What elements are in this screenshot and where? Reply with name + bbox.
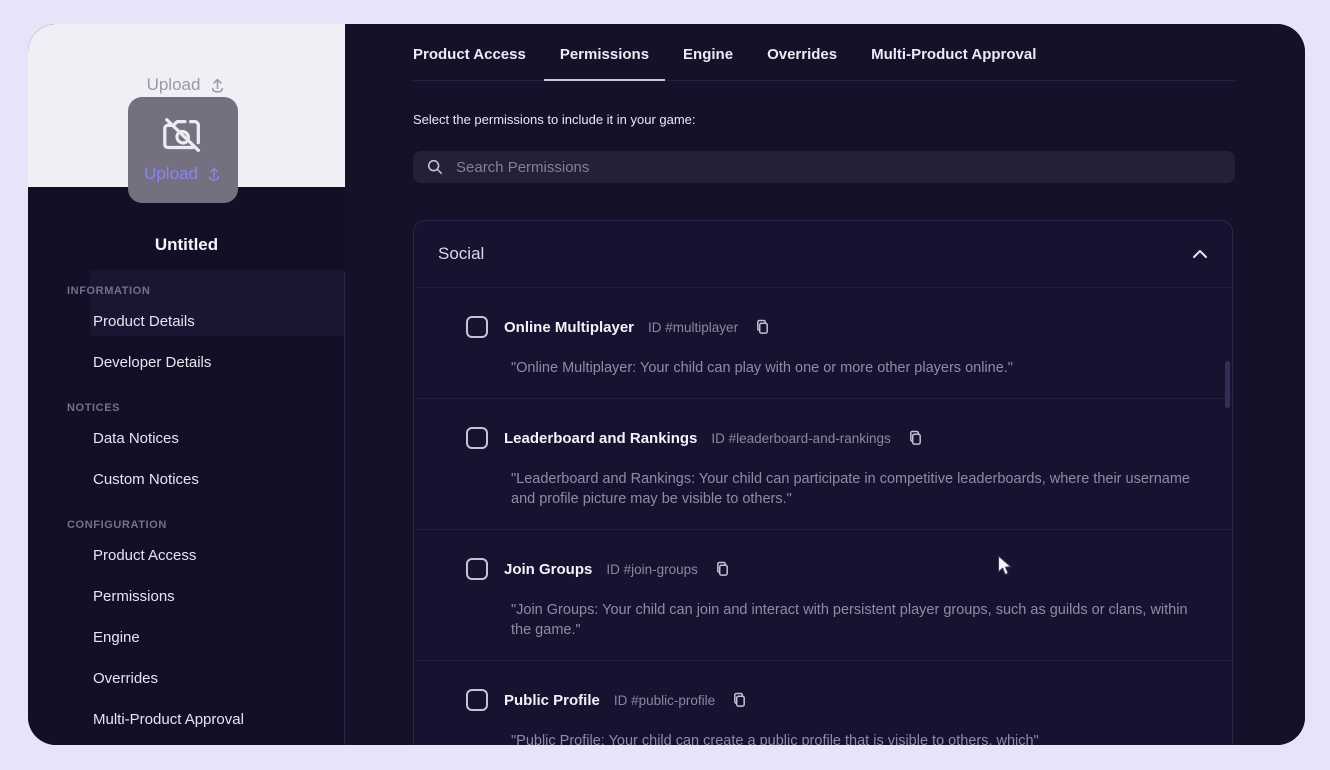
sidebar-item-overrides[interactable]: Overrides bbox=[28, 669, 345, 689]
permission-description: "Online Multiplayer: Your child can play… bbox=[511, 358, 1206, 378]
sidebar-section-information: INFORMATION bbox=[28, 281, 345, 301]
search-icon bbox=[426, 158, 444, 176]
sidebar-section-configuration: CONFIGURATION bbox=[28, 515, 345, 535]
permission-checkbox[interactable] bbox=[466, 689, 488, 711]
permission-id: ID #public-profile bbox=[614, 693, 715, 708]
search-input[interactable] bbox=[456, 159, 1222, 176]
upload-arrow-icon bbox=[209, 77, 226, 94]
permissions-list: Online Multiplayer ID #multiplayer "Onli… bbox=[414, 288, 1232, 745]
group-title: Social bbox=[438, 244, 484, 264]
permission-title: Online Multiplayer bbox=[504, 319, 634, 336]
tab-bar: Product Access Permissions Engine Overrides… bbox=[413, 24, 1235, 81]
permission-id: ID #leaderboard-and-rankings bbox=[711, 431, 890, 446]
permission-checkbox[interactable] bbox=[466, 558, 488, 580]
page: { "sidebar": { "banner_upload_label": "U… bbox=[0, 0, 1330, 770]
sidebar-item-permissions[interactable]: Permissions bbox=[28, 587, 345, 607]
sidebar-item-developer-details[interactable]: Developer Details bbox=[28, 353, 345, 373]
product-image-upload[interactable]: Upload bbox=[128, 97, 238, 203]
permission-title: Join Groups bbox=[504, 561, 592, 578]
sidebar-item-multi-product-approval[interactable]: Multi-Product Approval bbox=[28, 710, 345, 730]
sidebar-item-engine[interactable]: Engine bbox=[28, 628, 345, 648]
permission-description: "Leaderboard and Rankings: Your child ca… bbox=[511, 469, 1206, 509]
sidebar-item-product-access[interactable]: Product Access bbox=[28, 546, 345, 566]
permission-item: Join Groups ID #join-groups "Join Groups… bbox=[414, 530, 1232, 661]
chevron-up-icon[interactable] bbox=[1192, 249, 1208, 259]
banner-upload-label: Upload bbox=[147, 75, 201, 95]
sidebar-nav: INFORMATION Product Details Developer Deta… bbox=[28, 267, 345, 745]
search-bar bbox=[413, 151, 1235, 183]
panel-scrollbar-thumb[interactable] bbox=[1225, 361, 1230, 408]
permission-id: ID #join-groups bbox=[606, 562, 698, 577]
sidebar-item-custom-notices[interactable]: Custom Notices bbox=[28, 470, 345, 490]
permission-description: "Public Profile: Your child can create a… bbox=[511, 731, 1206, 745]
permission-title: Leaderboard and Rankings bbox=[504, 430, 697, 447]
permission-checkbox[interactable] bbox=[466, 316, 488, 338]
product-title: Untitled bbox=[28, 235, 345, 255]
permissions-group-social: Social Online Multiplayer ID #multiplaye… bbox=[413, 220, 1233, 745]
permission-item: Leaderboard and Rankings ID #leaderboard… bbox=[414, 399, 1232, 530]
banner-upload-button[interactable]: Upload bbox=[28, 75, 345, 95]
permission-checkbox[interactable] bbox=[466, 427, 488, 449]
upload-arrow-icon bbox=[206, 166, 222, 182]
main-content: Product Access Permissions Engine Overrides… bbox=[345, 24, 1305, 745]
tab-permissions[interactable]: Permissions bbox=[560, 46, 649, 80]
permission-item: Online Multiplayer ID #multiplayer "Onli… bbox=[414, 288, 1232, 399]
sidebar: Upload Upload bbox=[28, 24, 345, 745]
tab-engine[interactable]: Engine bbox=[683, 46, 733, 80]
permissions-subtitle: Select the permissions to include it in … bbox=[413, 112, 696, 127]
no-photo-icon bbox=[160, 112, 206, 158]
permission-title: Public Profile bbox=[504, 692, 600, 709]
sidebar-section-notices: NOTICES bbox=[28, 398, 345, 418]
group-header[interactable]: Social bbox=[414, 221, 1232, 288]
sidebar-item-data-notices[interactable]: Data Notices bbox=[28, 429, 345, 449]
permission-description: "Join Groups: Your child can join and in… bbox=[511, 600, 1206, 640]
tab-product-access[interactable]: Product Access bbox=[413, 46, 526, 80]
sidebar-item-product-details[interactable]: Product Details bbox=[28, 312, 345, 332]
copy-icon[interactable] bbox=[908, 430, 923, 446]
permission-id: ID #multiplayer bbox=[648, 320, 738, 335]
permission-item: Public Profile ID #public-profile "Publi… bbox=[414, 661, 1232, 745]
upload-box-label: Upload bbox=[144, 164, 198, 184]
tab-multi-product-approval[interactable]: Multi-Product Approval bbox=[871, 46, 1036, 80]
copy-icon[interactable] bbox=[715, 561, 730, 577]
copy-icon[interactable] bbox=[732, 692, 747, 708]
app-card: Upload Upload bbox=[28, 24, 1305, 745]
copy-icon[interactable] bbox=[755, 319, 770, 335]
tab-overrides[interactable]: Overrides bbox=[767, 46, 837, 80]
